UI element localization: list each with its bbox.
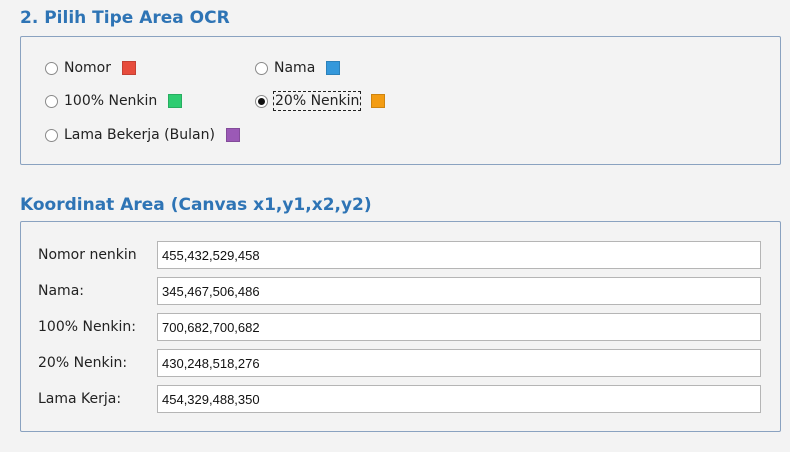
field-label-100-nenkin: 100% Nenkin:	[38, 319, 137, 335]
radio-label-nama: Nama	[274, 60, 316, 76]
field-label-nama: Nama:	[38, 283, 84, 299]
radio-label-20-nenkin: 20% Nenkin	[273, 91, 362, 111]
ocr-area-type-group: Nomor Nama 100% Nenkin 20% Nenkin Lama B…	[20, 36, 781, 165]
coord-input-100-nenkin[interactable]	[157, 313, 761, 341]
coord-input-nama[interactable]	[157, 277, 761, 305]
color-swatch-nomor	[122, 61, 136, 75]
field-label-lama-kerja: Lama Kerja:	[38, 391, 122, 407]
field-label-nomor-nenkin: Nomor nenkin	[38, 247, 137, 263]
radio-button-nomor[interactable]	[45, 61, 58, 75]
radio-label-100-nenkin: 100% Nenkin	[64, 93, 158, 109]
ocr-area-type-title: 2. Pilih Tipe Area OCR	[20, 8, 230, 28]
radio-button-lama-bekerja[interactable]	[45, 128, 58, 142]
radio-option-nama[interactable]: Nama	[255, 59, 341, 77]
coord-input-lama-kerja[interactable]	[157, 385, 761, 413]
coord-input-nomor-nenkin[interactable]	[157, 241, 761, 269]
color-swatch-lama-bekerja	[225, 128, 240, 142]
radio-label-lama-bekerja: Lama Bekerja (Bulan)	[64, 127, 215, 143]
color-swatch-100-nenkin	[168, 94, 183, 108]
coord-input-20-nenkin[interactable]	[157, 349, 761, 377]
radio-button-nama[interactable]	[255, 61, 268, 75]
field-label-20-nenkin: 20% Nenkin:	[38, 355, 128, 371]
radio-option-lama-bekerja[interactable]: Lama Bekerja (Bulan)	[45, 126, 240, 144]
radio-option-nomor[interactable]: Nomor	[45, 59, 136, 77]
color-swatch-20-nenkin	[371, 94, 386, 108]
radio-button-100-nenkin[interactable]	[45, 94, 58, 108]
color-swatch-nama	[326, 61, 341, 75]
coordinate-area-group: Nomor nenkin Nama: 100% Nenkin: 20% Nenk…	[20, 221, 781, 432]
radio-option-100-nenkin[interactable]: 100% Nenkin	[45, 92, 183, 110]
radio-button-20-nenkin[interactable]	[255, 94, 268, 108]
radio-option-20-nenkin[interactable]: 20% Nenkin	[255, 91, 386, 111]
coordinate-area-title: Koordinat Area (Canvas x1,y1,x2,y2)	[20, 195, 372, 215]
radio-label-nomor: Nomor	[64, 60, 111, 76]
